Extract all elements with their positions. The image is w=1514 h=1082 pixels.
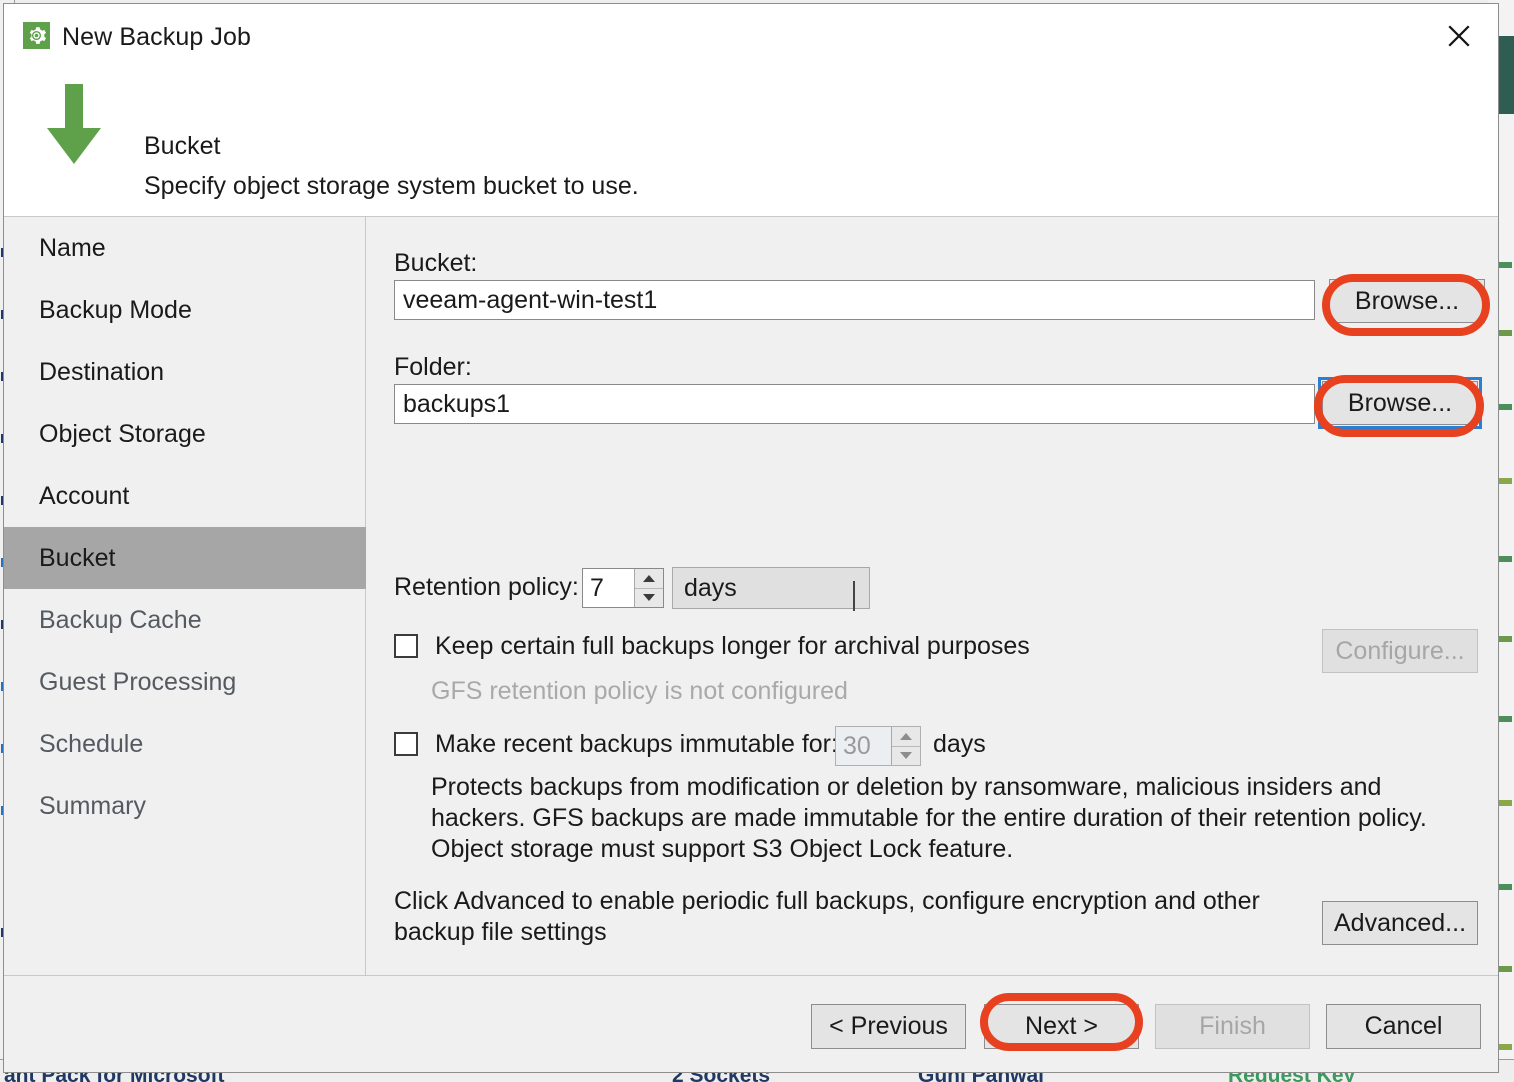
immutable-days-stepper[interactable]: 30	[835, 726, 921, 766]
immutable-description: Protects backups from modification or de…	[431, 773, 1427, 863]
dialog-title: New Backup Job	[62, 23, 251, 51]
sidebar-label: Bucket	[39, 544, 116, 572]
stepper-arrows[interactable]	[891, 727, 920, 765]
bucket-settings-pane: Bucket: veeam-agent-win-test1 Browse... …	[367, 217, 1498, 976]
sidebar-item-account[interactable]: Account	[18, 465, 365, 527]
retention-value-stepper[interactable]: 7	[582, 568, 664, 608]
sidebar-label: Name	[39, 234, 106, 262]
folder-input[interactable]: backups1	[394, 384, 1315, 424]
advanced-button[interactable]: Advanced...	[1322, 901, 1478, 945]
sidebar-label: Schedule	[39, 730, 144, 758]
gfs-status-text: GFS retention policy is not configured	[431, 677, 848, 705]
gear-icon	[23, 22, 50, 49]
bucket-browse-button[interactable]: Browse...	[1329, 279, 1485, 323]
previous-button[interactable]: < Previous	[811, 1004, 966, 1049]
sidebar-item-name[interactable]: Name	[18, 217, 365, 279]
sidebar-label: Destination	[39, 358, 165, 386]
chevron-down-icon	[853, 581, 855, 611]
immutable-days-unit: days	[933, 730, 986, 758]
sidebar-item-backup-cache[interactable]: Backup Cache	[18, 589, 365, 651]
retention-unit-value: days	[684, 573, 737, 602]
banner-heading: Bucket	[144, 132, 221, 160]
stepper-down-icon[interactable]	[635, 589, 663, 608]
stepper-down-icon[interactable]	[892, 747, 920, 766]
sidebar-item-destination[interactable]: Destination	[18, 341, 365, 403]
folder-label: Folder:	[394, 353, 472, 381]
checkbox-box[interactable]	[394, 634, 418, 658]
sidebar-label: Object Storage	[39, 420, 206, 448]
sidebar-label: Account	[39, 482, 130, 510]
stepper-up-icon[interactable]	[635, 569, 663, 589]
finish-button[interactable]: Finish	[1155, 1004, 1310, 1049]
sidebar-item-backup-mode[interactable]: Backup Mode	[18, 279, 365, 341]
advanced-description: Click Advanced to enable periodic full b…	[394, 887, 1260, 946]
bucket-input[interactable]: veeam-agent-win-test1	[394, 280, 1315, 320]
wizard-step-sidebar: Name Backup Mode Destination Object Stor…	[4, 217, 366, 976]
sidebar-item-summary[interactable]: Summary	[18, 775, 365, 837]
stepper-arrows[interactable]	[634, 569, 663, 607]
gfs-archival-checkbox[interactable]: Keep certain full backups longer for arc…	[394, 632, 1034, 660]
dialog-titlebar: New Backup Job	[4, 4, 1498, 62]
sidebar-label: Summary	[39, 792, 146, 820]
close-icon[interactable]	[1436, 16, 1482, 56]
cancel-button[interactable]: Cancel	[1326, 1004, 1481, 1049]
next-button[interactable]: Next >	[984, 1004, 1139, 1049]
sidebar-label: Guest Processing	[39, 668, 237, 696]
folder-browse-button[interactable]: Browse...	[1318, 377, 1482, 429]
sidebar-item-schedule[interactable]: Schedule	[18, 713, 365, 775]
sidebar-item-object-storage[interactable]: Object Storage	[18, 403, 365, 465]
dialog-footer: < Previous Next > Finish Cancel	[4, 976, 1498, 1072]
configure-button[interactable]: Configure...	[1322, 629, 1478, 673]
immutable-backups-label: Make recent backups immutable for:	[435, 730, 838, 758]
bucket-label: Bucket:	[394, 249, 478, 277]
retention-policy-label: Retention policy:	[394, 573, 579, 601]
new-backup-job-dialog: New Backup Job Bucket Specify object sto…	[3, 3, 1499, 1073]
immutable-backups-checkbox[interactable]: Make recent backups immutable for:	[394, 730, 854, 758]
sidebar-item-bucket[interactable]: Bucket	[4, 527, 366, 589]
immutable-days-value: 30	[843, 731, 871, 760]
sidebar-label: Backup Mode	[39, 296, 192, 324]
retention-value: 7	[590, 573, 604, 602]
sidebar-label: Backup Cache	[39, 606, 202, 634]
dialog-body: Name Backup Mode Destination Object Stor…	[4, 216, 1498, 976]
retention-unit-select[interactable]: days	[672, 567, 870, 611]
dialog-banner: Bucket Specify object storage system buc…	[4, 62, 1498, 250]
banner-subtitle: Specify object storage system bucket to …	[144, 172, 639, 200]
sidebar-item-guest-processing[interactable]: Guest Processing	[18, 651, 365, 713]
stepper-up-icon[interactable]	[892, 727, 920, 747]
down-arrow-icon	[45, 84, 103, 166]
gfs-archival-label: Keep certain full backups longer for arc…	[435, 632, 1030, 660]
checkbox-box[interactable]	[394, 732, 418, 756]
